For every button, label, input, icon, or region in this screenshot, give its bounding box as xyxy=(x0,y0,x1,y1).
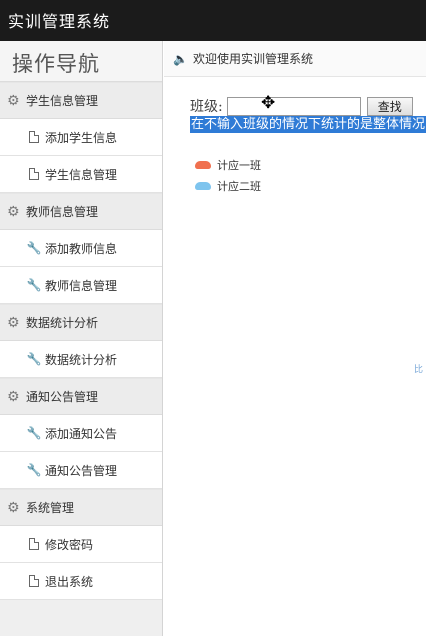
legend-swatch xyxy=(195,181,211,190)
welcome-text: 欢迎使用实训管理系统 xyxy=(192,52,313,66)
nav-group-label: 数据统计分析 xyxy=(26,316,99,330)
gear-icon: ⚙ xyxy=(7,203,20,220)
nav-group-teacher[interactable]: ⚙ 教师信息管理 xyxy=(0,193,162,230)
nav-item-student-manage[interactable]: 学生信息管理 xyxy=(0,156,162,193)
nav-group-label: 通知公告管理 xyxy=(26,390,99,404)
nav-item-add-notice[interactable]: 🔧 添加通知公告 xyxy=(0,415,162,452)
document-icon xyxy=(28,131,40,143)
nav-item-statistics[interactable]: 🔧 数据统计分析 xyxy=(0,341,162,378)
nav-item-label: 修改密码 xyxy=(45,537,94,552)
document-icon xyxy=(28,575,40,587)
nav-item-change-password[interactable]: 修改密码 xyxy=(0,526,162,563)
nav-item-logout[interactable]: 退出系统 xyxy=(0,563,162,600)
nav-group-system[interactable]: ⚙ 系统管理 xyxy=(0,489,162,526)
app-title: 实训管理系统 xyxy=(8,12,111,31)
nav-item-label: 添加通知公告 xyxy=(45,426,118,441)
welcome-bar: 🔈 欢迎使用实训管理系统 xyxy=(164,41,426,77)
search-button[interactable]: 查找 xyxy=(366,96,413,116)
wrench-icon: 🔧 xyxy=(26,463,42,477)
wrench-icon: 🔧 xyxy=(26,278,42,292)
top-bar: 实训管理系统 xyxy=(0,0,426,41)
wrench-icon: 🔧 xyxy=(26,352,42,366)
sidebar: 操作导航 ⚙ 学生信息管理 添加学生信息 学生信息管理 ⚙ 教师信息管理 🔧 添… xyxy=(0,41,163,636)
gear-icon: ⚙ xyxy=(7,314,20,331)
nav-group-label: 系统管理 xyxy=(26,501,75,515)
nav-group-notice[interactable]: ⚙ 通知公告管理 xyxy=(0,378,162,415)
search-row: 班级: 查找 xyxy=(190,96,413,116)
nav-item-add-teacher[interactable]: 🔧 添加教师信息 xyxy=(0,230,162,267)
nav-item-label: 添加学生信息 xyxy=(45,130,118,145)
legend-swatch xyxy=(195,160,211,169)
gear-icon: ⚙ xyxy=(7,499,20,516)
wrench-icon: 🔧 xyxy=(26,241,42,255)
sidebar-title: 操作导航 xyxy=(0,41,162,82)
legend-item[interactable]: 计应二班 xyxy=(195,175,261,196)
class-input[interactable] xyxy=(226,96,361,116)
class-label: 班级: xyxy=(190,99,223,115)
nav-item-label: 通知公告管理 xyxy=(45,463,118,478)
nav-group-statistics[interactable]: ⚙ 数据统计分析 xyxy=(0,304,162,341)
wrench-icon: 🔧 xyxy=(26,426,42,440)
chart-legend: 计应一班 计应二班 xyxy=(195,154,261,196)
edge-mark: 比 xyxy=(413,365,423,375)
hint-text: 在不输入班级的情况下统计的是整体情况 xyxy=(190,116,426,133)
nav-item-label: 添加教师信息 xyxy=(45,241,118,256)
nav-item-label: 学生信息管理 xyxy=(45,167,118,182)
legend-label: 计应一班 xyxy=(217,158,261,172)
nav-group-label: 学生信息管理 xyxy=(26,94,99,108)
legend-label: 计应二班 xyxy=(217,179,261,193)
nav-group-student[interactable]: ⚙ 学生信息管理 xyxy=(0,82,162,119)
speaker-icon: 🔈 xyxy=(173,51,188,66)
nav-item-label: 教师信息管理 xyxy=(45,278,118,293)
document-icon xyxy=(28,538,40,550)
main-content: 🔈 欢迎使用实训管理系统 班级: 查找 ✥ 在不输入班级的情况下统计的是整体情况… xyxy=(164,41,426,636)
nav-item-add-student[interactable]: 添加学生信息 xyxy=(0,119,162,156)
nav-item-label: 退出系统 xyxy=(45,574,94,589)
legend-item[interactable]: 计应一班 xyxy=(195,154,261,175)
move-cursor-icon: ✥ xyxy=(261,93,276,113)
nav-item-notice-manage[interactable]: 🔧 通知公告管理 xyxy=(0,452,162,489)
nav-item-label: 数据统计分析 xyxy=(45,352,118,367)
gear-icon: ⚙ xyxy=(7,388,20,405)
nav-group-label: 教师信息管理 xyxy=(26,205,99,219)
nav-item-teacher-manage[interactable]: 🔧 教师信息管理 xyxy=(0,267,162,304)
document-icon xyxy=(28,168,40,180)
gear-icon: ⚙ xyxy=(7,92,20,109)
